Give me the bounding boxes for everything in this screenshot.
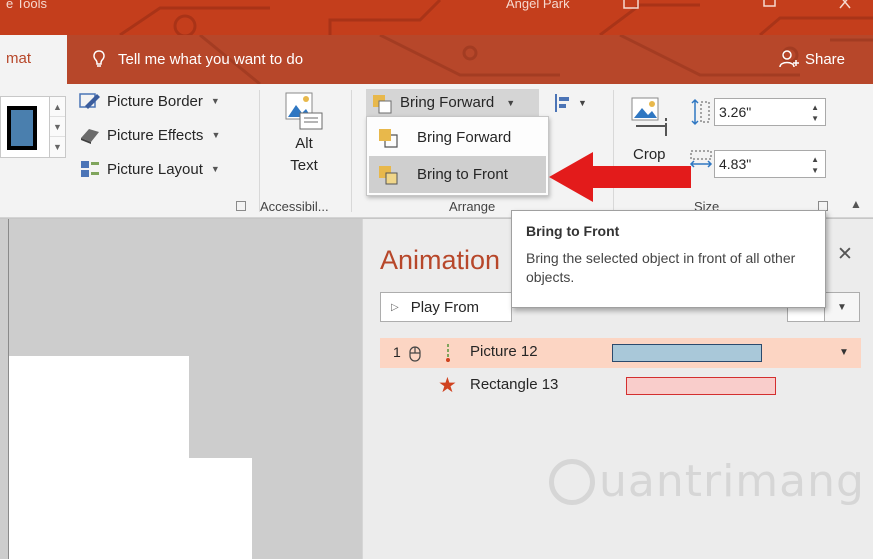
watermark: uantrimang bbox=[549, 456, 865, 507]
alt-text-line1: Alt bbox=[295, 135, 313, 152]
tab-bar: mat Tell me what you want to do Share bbox=[0, 35, 873, 84]
align-button[interactable]: ▼ bbox=[554, 92, 594, 114]
gallery-up-icon[interactable]: ▲ bbox=[50, 97, 65, 117]
picture-layout-button[interactable]: Picture Layout ▼ bbox=[79, 160, 220, 178]
gallery-scroll[interactable]: ▲ ▼ ▼ bbox=[50, 96, 66, 158]
tooltip-title: Bring to Front bbox=[526, 223, 620, 239]
animation-order: 1 bbox=[393, 344, 401, 360]
star-icon: ★ bbox=[438, 374, 457, 397]
watermark-logo bbox=[549, 458, 595, 505]
chevron-down-icon: ▼ bbox=[578, 98, 587, 108]
timeline-bar[interactable] bbox=[626, 377, 776, 395]
bring-forward-label: Bring Forward bbox=[400, 94, 495, 111]
gallery-more-icon[interactable]: ▼ bbox=[50, 137, 65, 157]
group-divider bbox=[259, 90, 260, 212]
bring-forward-icon bbox=[373, 94, 392, 113]
picture-layout-icon bbox=[81, 161, 99, 177]
user-name[interactable]: Angel Park bbox=[506, 0, 570, 11]
menu-item-bring-to-front[interactable]: Bring to Front bbox=[369, 156, 546, 193]
timeline-bar[interactable] bbox=[612, 344, 762, 362]
mouse-click-icon bbox=[409, 346, 421, 362]
picture-border-button[interactable]: Picture Border ▼ bbox=[79, 92, 220, 110]
gallery-down-icon[interactable]: ▼ bbox=[50, 117, 65, 137]
bring-forward-icon bbox=[379, 128, 398, 148]
close-icon[interactable]: ✕ bbox=[837, 243, 853, 266]
alt-text-button[interactable]: Alt Text bbox=[268, 89, 340, 177]
accessibility-group-label: Accessibil... bbox=[260, 199, 329, 214]
picture-border-label: Picture Border bbox=[107, 92, 203, 110]
lightbulb-icon bbox=[93, 50, 105, 67]
menu-item-bring-forward[interactable]: Bring Forward bbox=[369, 119, 546, 156]
share-label: Share bbox=[804, 50, 845, 68]
red-arrow-annotation bbox=[549, 152, 691, 202]
tooltip-body: Bring the selected object in front of al… bbox=[526, 250, 796, 285]
bring-to-front-icon bbox=[379, 165, 398, 184]
alt-text-line2: Text bbox=[290, 157, 318, 174]
crop-icon bbox=[631, 97, 667, 136]
shape-height-input[interactable]: 3.26" ▲ ▼ bbox=[714, 98, 826, 126]
chevron-down-icon: ▼ bbox=[506, 97, 516, 108]
picture-effects-label: Picture Effects bbox=[107, 126, 204, 144]
restore-window-icon[interactable] bbox=[750, 0, 790, 14]
pen-border-icon bbox=[79, 93, 100, 109]
collapse-ribbon-icon[interactable]: ▲ bbox=[850, 197, 862, 211]
circuit-decoration bbox=[119, 0, 873, 35]
tooltip: Bring to Front Bring the selected object… bbox=[511, 210, 826, 308]
group-divider bbox=[351, 90, 352, 212]
play-from-label: Play From bbox=[410, 298, 480, 316]
title-bar: e Tools Angel Park bbox=[0, 0, 873, 35]
spin-down-icon[interactable]: ▼ bbox=[811, 167, 819, 175]
picture-effects-icon bbox=[81, 129, 99, 144]
shape-height-value: 3.26" bbox=[719, 104, 752, 120]
slide-canvas[interactable] bbox=[189, 458, 252, 559]
chevron-down-icon[interactable]: ▼ bbox=[839, 347, 849, 358]
align-icon bbox=[555, 94, 569, 112]
chevron-down-icon: ▼ bbox=[210, 164, 220, 174]
animation-item-label: Picture 12 bbox=[470, 343, 538, 360]
animation-pane-title: Animation bbox=[380, 245, 501, 275]
contextual-tab-label: e Tools bbox=[6, 0, 47, 11]
spin-up-icon[interactable]: ▲ bbox=[811, 104, 819, 112]
dialog-launcher-icon[interactable] bbox=[236, 201, 246, 211]
play-from-button[interactable]: ▷ Play From bbox=[380, 292, 512, 322]
spin-down-icon[interactable]: ▼ bbox=[811, 115, 819, 123]
bring-forward-menu: Bring Forward Bring to Front bbox=[366, 116, 549, 196]
watermark-text: uantrimang bbox=[599, 456, 865, 507]
animation-item[interactable]: 1 Picture 12 ▼ bbox=[380, 338, 861, 368]
arrange-group-label: Arrange bbox=[449, 199, 496, 214]
shape-height-icon bbox=[691, 98, 710, 126]
tell-me-label: Tell me what you want to do bbox=[118, 50, 304, 68]
chevron-down-icon: ▼ bbox=[210, 96, 220, 106]
animation-effect-icon bbox=[446, 344, 450, 362]
alt-text-icon bbox=[285, 92, 323, 130]
crop-button[interactable] bbox=[630, 96, 672, 143]
chevron-down-icon: ▼ bbox=[211, 130, 221, 140]
share-button[interactable]: Share bbox=[779, 48, 845, 70]
menu-item-label: Bring to Front bbox=[417, 166, 508, 183]
picture-style-thumbnail[interactable] bbox=[5, 104, 39, 152]
menu-item-label: Bring Forward bbox=[417, 129, 512, 146]
close-window-icon[interactable] bbox=[826, 0, 866, 14]
picture-styles-gallery[interactable] bbox=[0, 96, 50, 158]
bring-forward-button[interactable]: Bring Forward ▼ bbox=[366, 89, 539, 116]
shape-width-value: 4.83" bbox=[719, 156, 752, 172]
picture-layout-label: Picture Layout bbox=[107, 160, 203, 178]
animation-item-label: Rectangle 13 bbox=[470, 376, 559, 393]
slide-canvas[interactable] bbox=[9, 356, 189, 559]
picture-effects-button[interactable]: Picture Effects ▼ bbox=[79, 126, 220, 144]
play-icon: ▷ bbox=[391, 301, 399, 313]
tab-format[interactable]: mat bbox=[0, 35, 67, 84]
person-add-icon bbox=[779, 50, 799, 68]
slide-editing-area[interactable] bbox=[0, 219, 362, 559]
shape-width-input[interactable]: 4.83" ▲ ▼ bbox=[714, 150, 826, 178]
tab-format-label: mat bbox=[6, 50, 32, 67]
animation-item[interactable]: ★ Rectangle 13 bbox=[380, 372, 861, 402]
spin-up-icon[interactable]: ▲ bbox=[811, 156, 819, 164]
ribbon-display-options-icon[interactable] bbox=[612, 0, 652, 14]
chevron-down-icon[interactable]: ▼ bbox=[824, 292, 860, 322]
tell-me-box[interactable]: Tell me what you want to do bbox=[92, 48, 303, 70]
